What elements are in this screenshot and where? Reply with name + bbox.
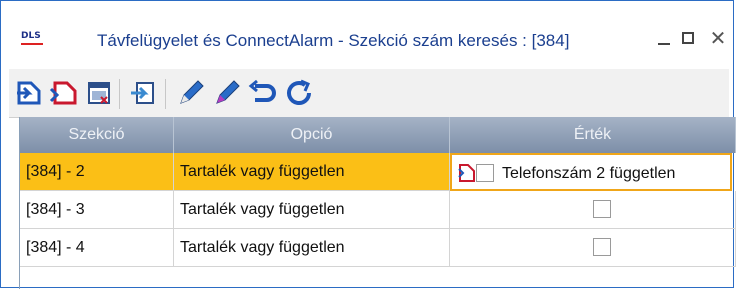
- edit-pen-purple-icon: [216, 80, 240, 104]
- value-label: Telefonszám 2 független: [502, 165, 676, 182]
- import-button[interactable]: [13, 77, 45, 109]
- value-checkbox[interactable]: [593, 200, 611, 218]
- edit-pen-icon: [180, 80, 204, 104]
- minimize-button[interactable]: [651, 27, 679, 51]
- dls-logo: DLS: [21, 31, 51, 45]
- clear-table-button[interactable]: [83, 77, 115, 109]
- header-option[interactable]: Opció: [174, 117, 450, 153]
- cell-option[interactable]: Tartalék vagy független: [174, 153, 450, 191]
- header-section[interactable]: Szekció: [20, 117, 174, 153]
- cell-section[interactable]: [384] - 2: [20, 153, 174, 191]
- send-icon: [49, 81, 77, 105]
- value-checkbox[interactable]: [476, 164, 494, 182]
- cell-section[interactable]: [384] - 3: [20, 191, 174, 229]
- refresh-icon: [287, 79, 311, 105]
- table-clear-icon: [88, 82, 110, 104]
- value-checkbox[interactable]: [593, 238, 611, 256]
- close-button[interactable]: ✕: [704, 27, 732, 51]
- minimize-icon: [658, 43, 670, 45]
- toolbar: [9, 69, 729, 118]
- send-button[interactable]: [47, 77, 79, 109]
- cell-option[interactable]: Tartalék vagy független: [174, 229, 450, 267]
- edit-button[interactable]: [175, 77, 207, 109]
- edit-purple-button[interactable]: [211, 77, 243, 109]
- header-value[interactable]: Érték: [450, 117, 736, 153]
- cell-option[interactable]: Tartalék vagy független: [174, 191, 450, 229]
- window-title: Távfelügyelet és ConnectAlarm - Szekció …: [97, 31, 570, 50]
- cell-value[interactable]: [450, 229, 736, 267]
- logo-text: DLS: [21, 31, 41, 41]
- refresh-button[interactable]: [283, 77, 315, 109]
- transfer-button[interactable]: [127, 77, 159, 109]
- import-icon: [17, 81, 41, 105]
- edit-indicator-icon: [458, 164, 475, 182]
- maximize-button[interactable]: [676, 27, 704, 51]
- undo-button[interactable]: [247, 77, 279, 109]
- transfer-icon: [131, 82, 154, 104]
- cell-value[interactable]: [450, 191, 736, 229]
- maximize-icon: [682, 32, 694, 44]
- close-icon: ✕: [709, 28, 727, 50]
- cell-section[interactable]: [384] - 4: [20, 229, 174, 267]
- undo-icon: [248, 79, 276, 102]
- cell-value[interactable]: Telefonszám 2 független: [450, 153, 732, 191]
- title-bar: DLS Távfelügyelet és ConnectAlarm - Szek…: [1, 1, 733, 69]
- dialog-window: DLS Távfelügyelet és ConnectAlarm - Szek…: [0, 0, 736, 289]
- section-grid: Szekció Opció Érték [384] - 2 Tartalék v…: [19, 117, 736, 289]
